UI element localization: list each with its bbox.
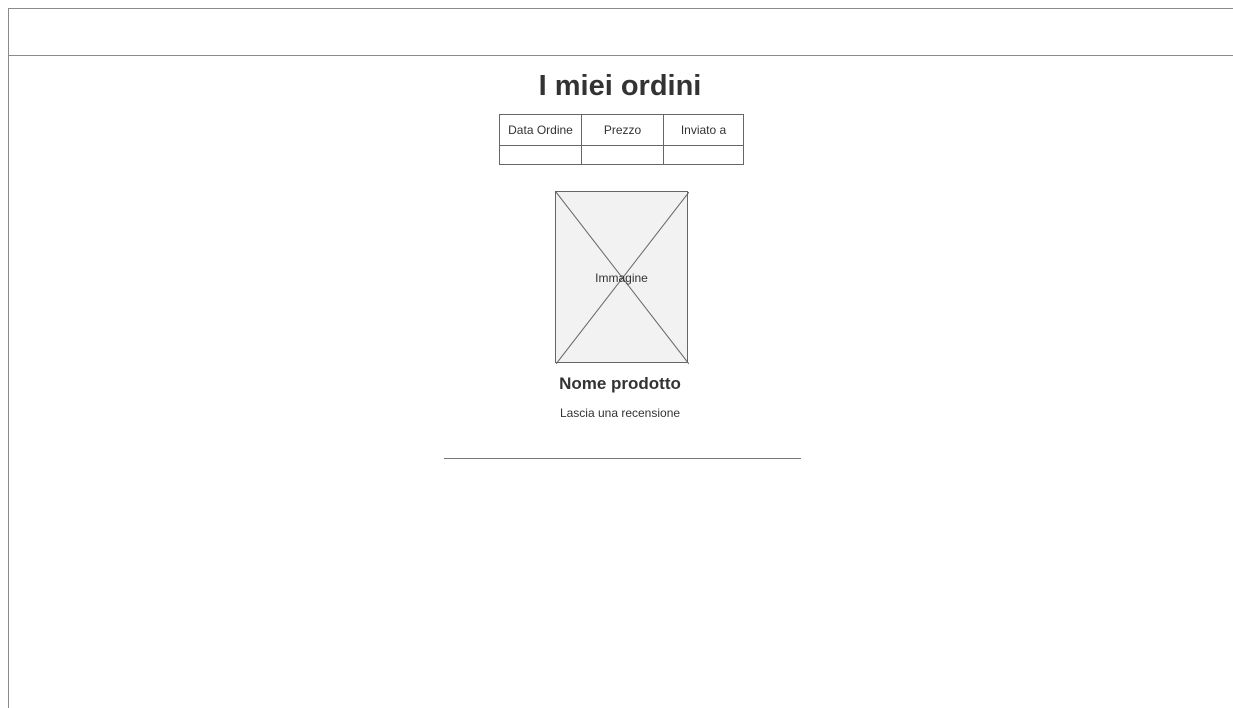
table-header-date: Data Ordine: [499, 114, 582, 146]
table-header-price: Prezzo: [581, 114, 664, 146]
table-cell-date: [499, 145, 582, 165]
table-cell-shipped-to: [663, 145, 744, 165]
header-bar: [8, 9, 1233, 56]
image-label: Immagine: [595, 271, 648, 285]
orders-table: Data Ordine Prezzo Inviato a: [499, 114, 744, 165]
product-image[interactable]: Immagine: [555, 191, 689, 364]
table-header-row: Data Ordine Prezzo Inviato a: [499, 114, 744, 146]
leave-review-link[interactable]: Lascia una recensione: [0, 406, 1233, 420]
page-title: I miei ordini: [538, 70, 702, 102]
divider: [444, 458, 801, 459]
table-cell-price: [581, 145, 664, 165]
table-header-shipped-to: Inviato a: [663, 114, 744, 146]
product-name: Nome prodotto: [559, 374, 681, 393]
table-row: [499, 145, 744, 165]
